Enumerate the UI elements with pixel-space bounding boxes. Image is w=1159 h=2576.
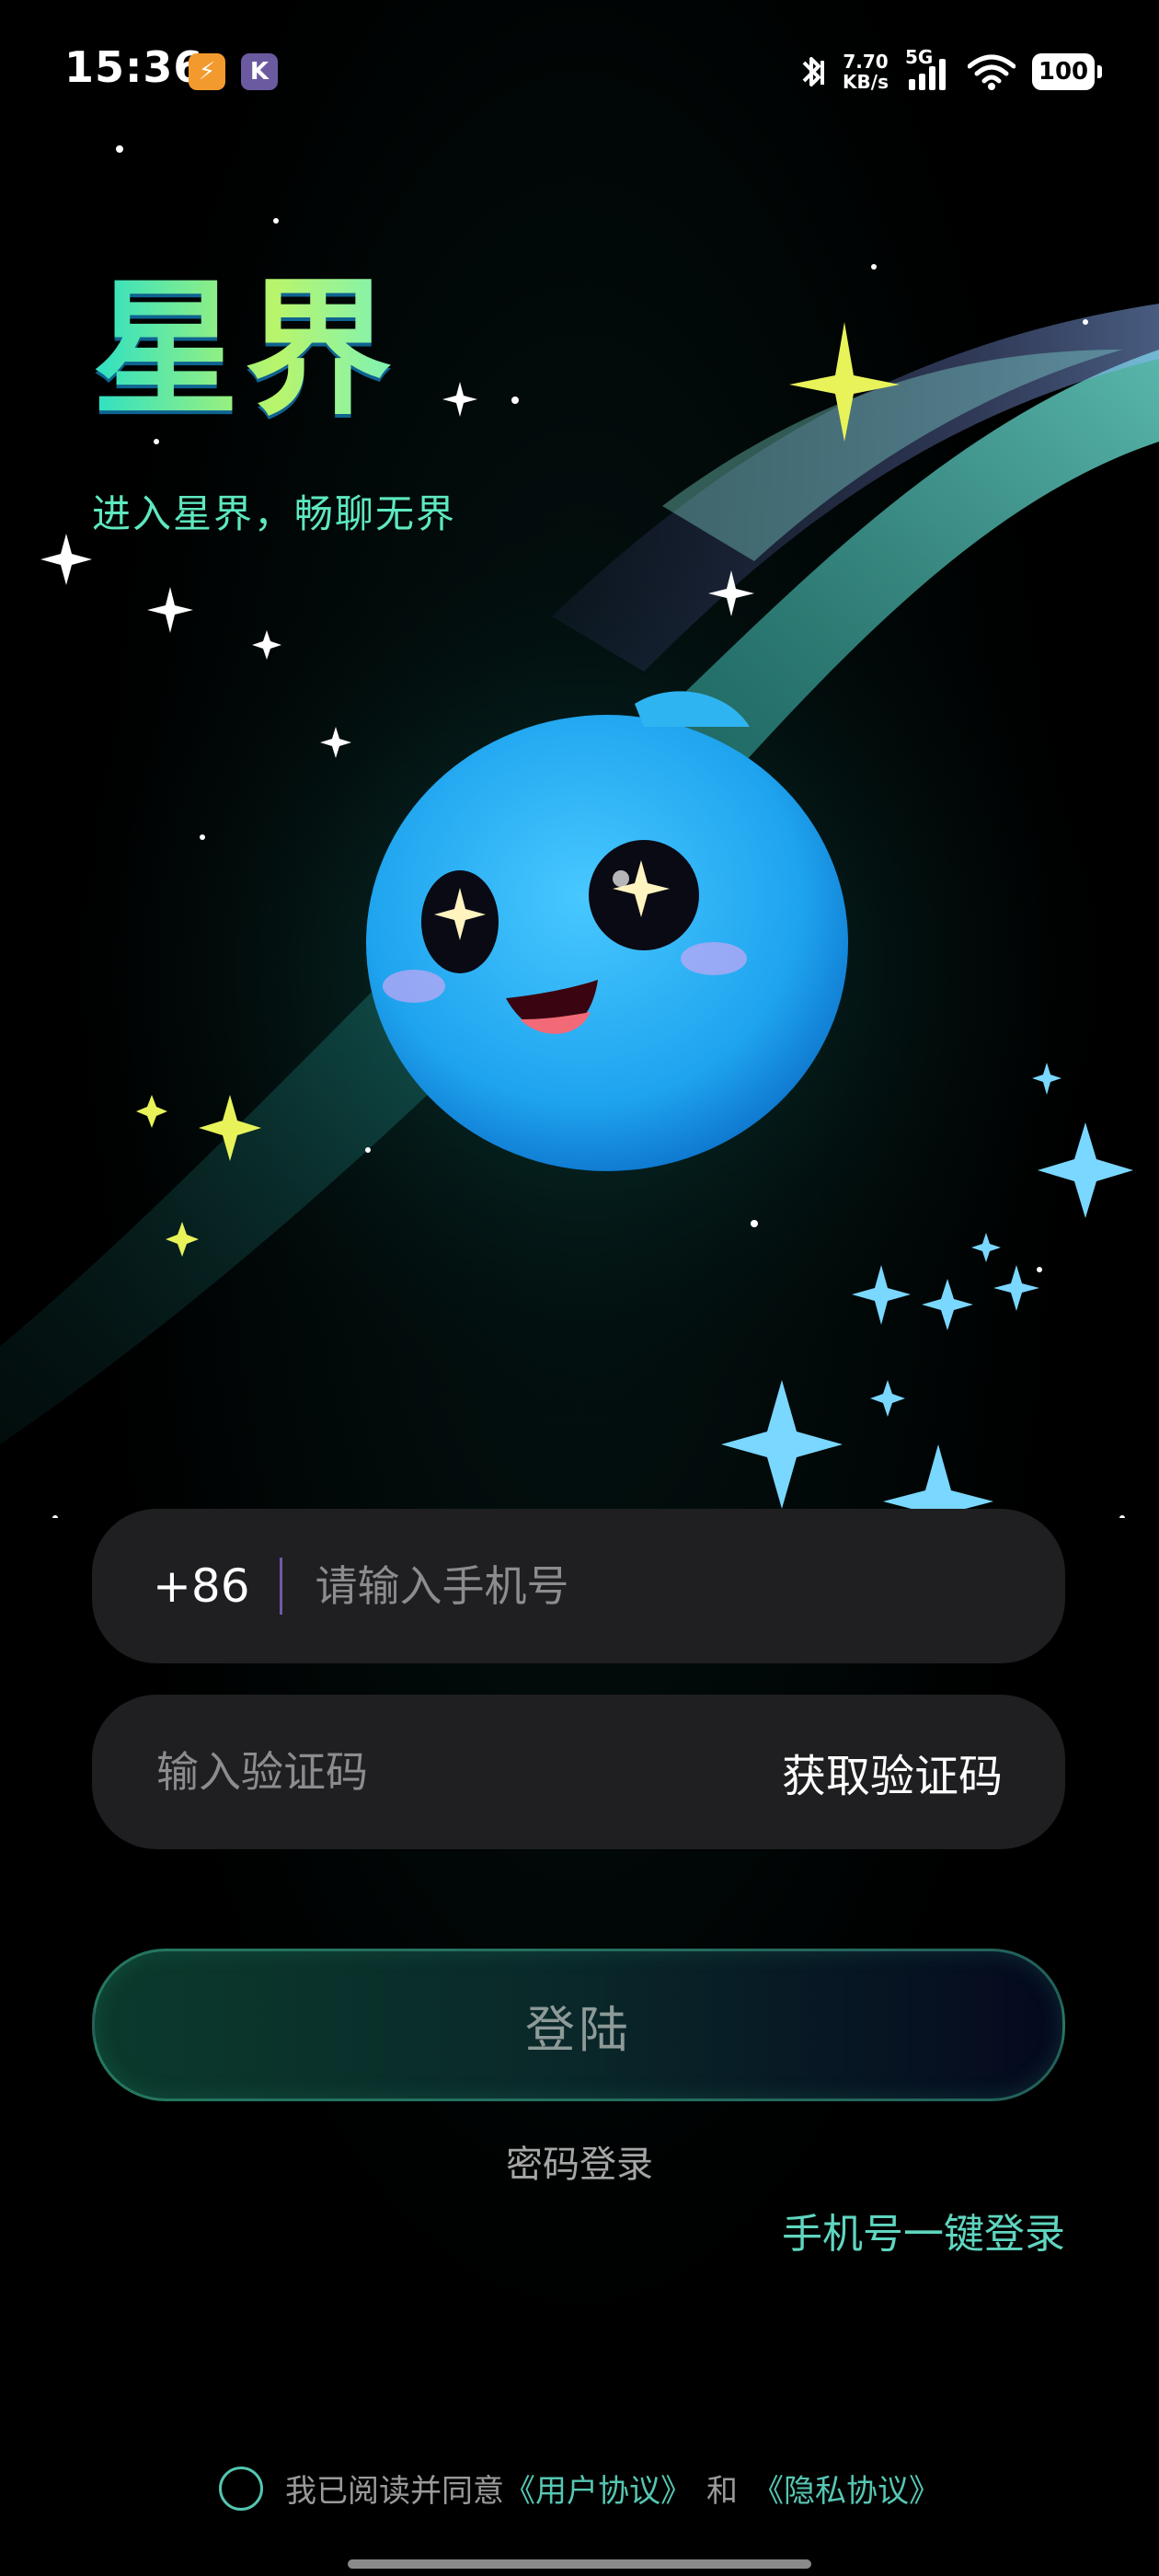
user-agreement-link[interactable]: 《用户协议》	[504, 2466, 692, 2511]
agreement-and: 和	[706, 2473, 738, 2510]
get-code-button[interactable]: 获取验证码	[782, 1740, 1003, 1804]
signal-bars-icon	[909, 59, 946, 90]
home-indicator[interactable]	[348, 2559, 811, 2569]
login-screen: 15:36 ⚡ K 7.70 KB/s 5G 100 星界 进入星界，畅聊无界 …	[0, 0, 1159, 2576]
agreement-checkbox[interactable]	[219, 2466, 263, 2511]
wifi-icon	[968, 54, 1016, 90]
network-speed: 7.70 KB/s	[843, 52, 889, 92]
phone-field: +86	[92, 1509, 1065, 1663]
login-button[interactable]: 登陆	[92, 1949, 1065, 2101]
network-speed-unit: KB/s	[843, 71, 889, 93]
agreement-row: 我已阅读并同意 《用户协议》 和 《隐私协议》	[0, 2466, 1159, 2511]
password-login-link[interactable]: 密码登录	[0, 2134, 1159, 2188]
one-click-login-link[interactable]: 手机号一键登录	[782, 2201, 1065, 2260]
bluetooth-icon	[802, 57, 825, 86]
field-divider	[279, 1558, 282, 1615]
notification-app-icon: ⚡	[189, 53, 225, 90]
agreement-prefix: 我已阅读并同意	[285, 2473, 504, 2510]
verification-code-input[interactable]	[155, 1746, 782, 1798]
country-code-selector[interactable]: +86	[153, 1559, 250, 1613]
battery-indicator: 100	[1032, 53, 1102, 90]
app-title: 星界	[92, 263, 398, 435]
app-slogan: 进入星界，畅聊无界	[92, 491, 457, 536]
status-indicators: 7.70 KB/s 5G 100	[798, 46, 1102, 98]
status-bar: 15:36 ⚡ K 7.70 KB/s 5G 100	[0, 0, 1159, 138]
status-time: 15:36	[64, 42, 204, 92]
verification-code-field: 获取验证码	[92, 1695, 1065, 1849]
privacy-agreement-link[interactable]: 《隐私协议》	[752, 2466, 940, 2511]
network-speed-value: 7.70	[843, 51, 889, 73]
notification-k-icon: K	[241, 53, 278, 90]
cellular-signal: 5G	[905, 46, 951, 92]
phone-input[interactable]	[313, 1560, 1065, 1612]
